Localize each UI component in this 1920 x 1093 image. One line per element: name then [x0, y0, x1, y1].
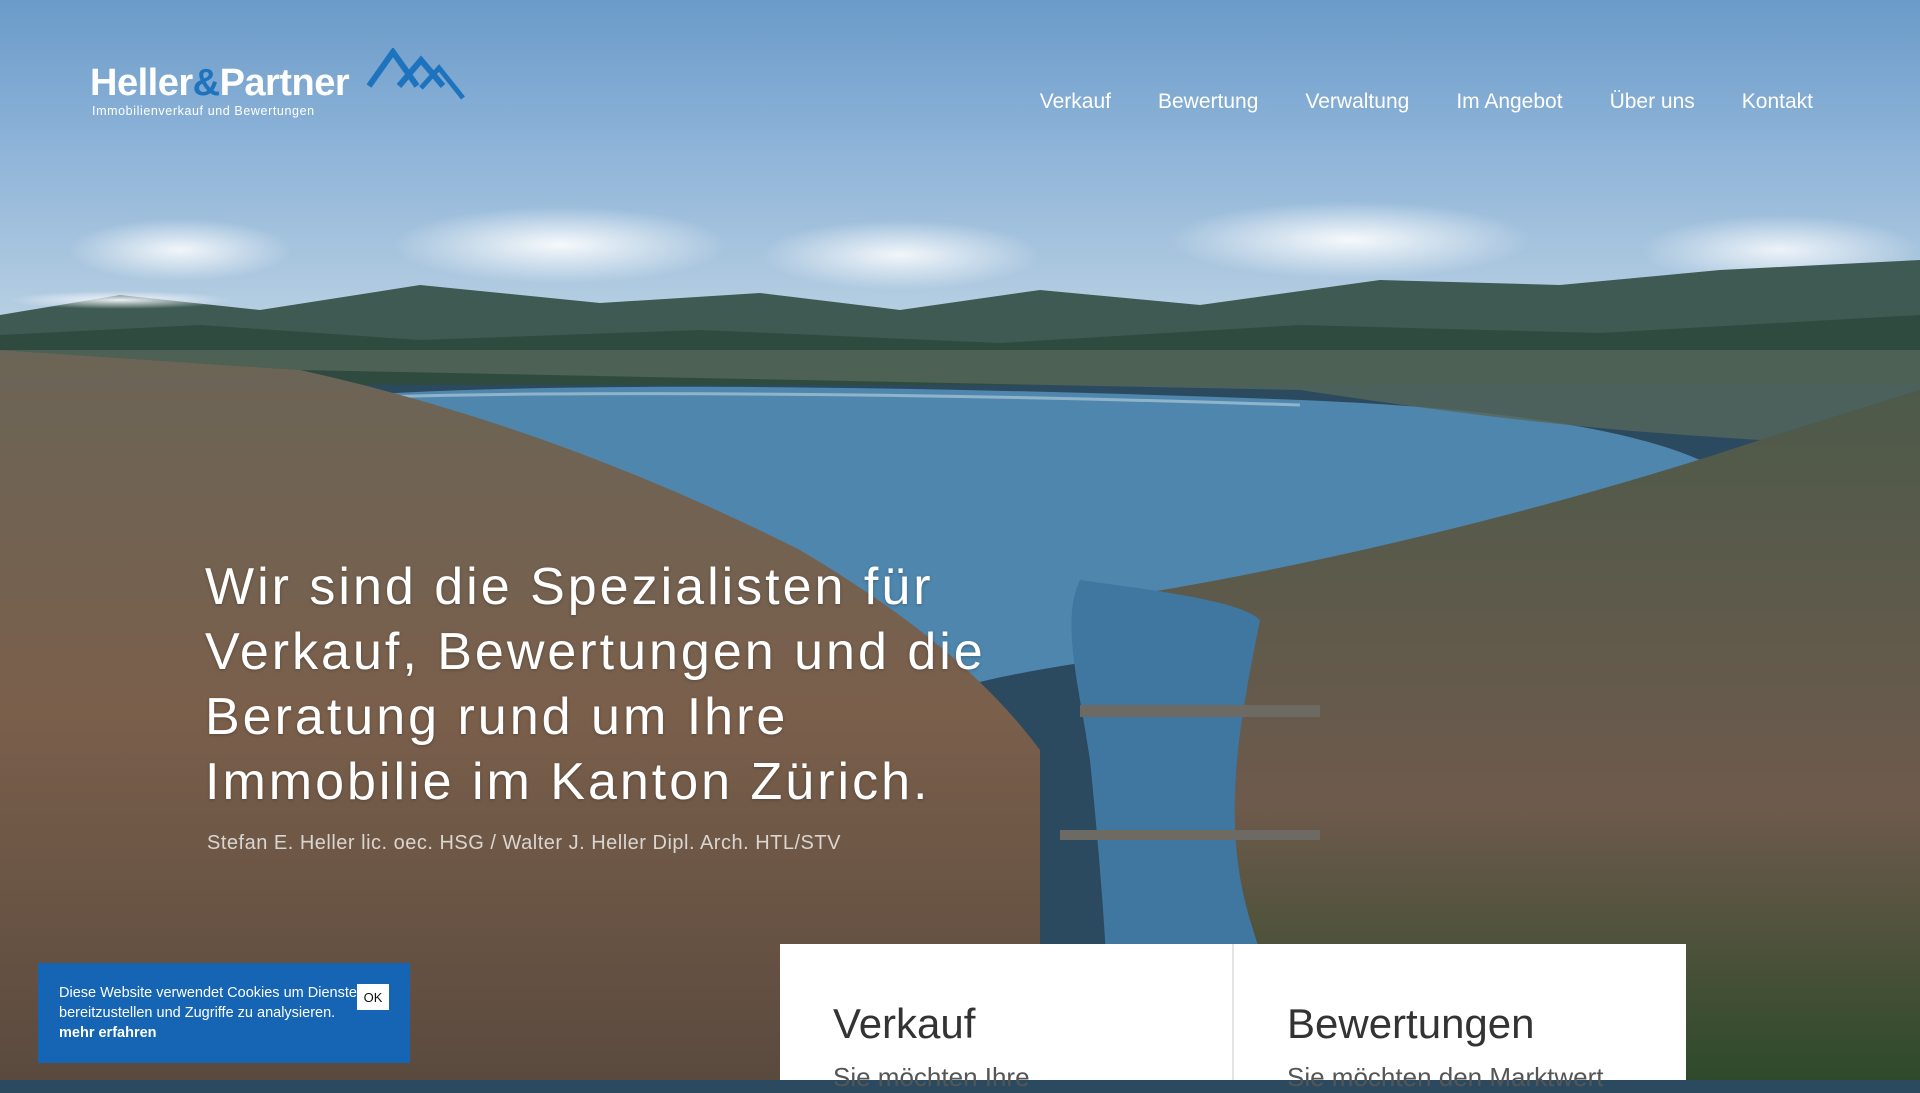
- service-cards: Verkauf Sie möchten Ihre Bewertungen Sie…: [780, 944, 1686, 1092]
- card-verkauf[interactable]: Verkauf Sie möchten Ihre: [780, 944, 1232, 1092]
- logo[interactable]: Heller&Partner Immobilienverkauf und Bew…: [90, 48, 470, 123]
- card-bewertungen[interactable]: Bewertungen Sie möchten den Marktwert: [1232, 944, 1686, 1092]
- cookie-ok-button[interactable]: OK: [357, 984, 389, 1010]
- main-navigation: Verkauf Bewertung Verwaltung Im Angebot …: [1040, 90, 1813, 114]
- nav-item-bewertung[interactable]: Bewertung: [1158, 90, 1258, 114]
- card-title: Bewertungen: [1287, 1000, 1535, 1047]
- mountain-peaks-icon: [366, 48, 465, 100]
- nav-item-ueber-uns[interactable]: Über uns: [1610, 90, 1695, 114]
- logo-word-heller: Heller: [90, 62, 193, 104]
- hero-headline: Wir sind die Spezialisten für Verkauf, B…: [205, 558, 986, 811]
- logo-wordmark: Heller&Partner: [90, 62, 350, 105]
- hero-credit: Stefan E. Heller lic. oec. HSG / Walter …: [207, 832, 841, 854]
- cookie-message: Diese Website verwendet Cookies um Diens…: [59, 983, 359, 1043]
- cookie-more-link[interactable]: mehr erfahren: [59, 1025, 157, 1041]
- card-text: Sie möchten Ihre: [833, 1062, 1030, 1092]
- logo-word-partner: Partner: [219, 62, 350, 104]
- logo-ampersand: &: [192, 62, 220, 104]
- card-title: Verkauf: [833, 1000, 976, 1047]
- hero-background: [0, 0, 1920, 1080]
- nav-item-kontakt[interactable]: Kontakt: [1742, 90, 1813, 114]
- card-text: Sie möchten den Marktwert: [1287, 1062, 1604, 1092]
- cookie-banner: Diese Website verwendet Cookies um Diens…: [38, 963, 410, 1063]
- nav-item-verwaltung[interactable]: Verwaltung: [1305, 90, 1409, 114]
- snowy-alps: [0, 288, 300, 310]
- nav-item-verkauf[interactable]: Verkauf: [1040, 90, 1111, 114]
- nav-item-im-angebot[interactable]: Im Angebot: [1456, 90, 1562, 114]
- cookie-message-text: Diese Website verwendet Cookies um Diens…: [59, 985, 357, 1021]
- logo-tagline: Immobilienverkauf und Bewertungen: [92, 104, 315, 118]
